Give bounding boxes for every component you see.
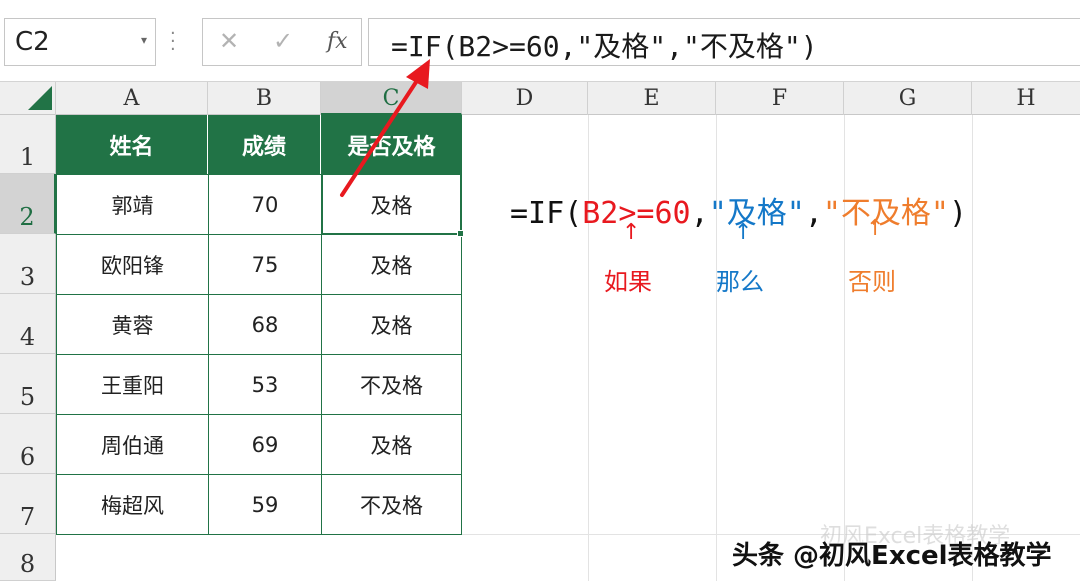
arrow-shaft xyxy=(340,71,424,197)
cell-text: 梅超风 xyxy=(101,493,164,518)
cell-text: 黄蓉 xyxy=(111,313,154,338)
column-header-d[interactable]: D xyxy=(462,82,588,115)
table-cell[interactable]: 不及格 xyxy=(321,474,462,535)
row-header-3[interactable]: 3 xyxy=(0,234,56,294)
cell-text: 不及格 xyxy=(360,373,423,398)
gridline xyxy=(588,115,589,581)
row-number: 2 xyxy=(19,203,35,231)
column-header-b[interactable]: B xyxy=(208,82,321,115)
table-cell[interactable]: 75 xyxy=(208,234,322,295)
enter-icon[interactable]: ✓ xyxy=(273,27,293,55)
formula-prefix: =IF( xyxy=(510,196,583,231)
row-header-4[interactable]: 4 xyxy=(0,294,56,354)
header-cell-name[interactable]: 姓名 xyxy=(56,115,208,174)
formula-else-value: "不及格" xyxy=(822,196,949,231)
name-box-value: C2 xyxy=(15,27,50,57)
column-header-a[interactable]: A xyxy=(56,82,208,115)
table-cell[interactable]: 70 xyxy=(208,174,322,235)
gridline xyxy=(972,115,973,581)
row-number: 5 xyxy=(19,383,36,411)
table-cell[interactable]: 59 xyxy=(208,474,322,535)
gridline xyxy=(716,115,717,581)
formula-input[interactable]: =IF(B2>=60,"及格","不及格") xyxy=(368,18,1080,66)
row-header-8[interactable]: 8 xyxy=(0,534,56,581)
table-cell[interactable]: 及格 xyxy=(321,294,462,355)
cell-text: 周伯通 xyxy=(101,433,164,458)
cell-text: 69 xyxy=(251,432,279,457)
table-cell[interactable]: 郭靖 xyxy=(56,174,209,235)
insert-function-icon[interactable]: fx xyxy=(327,29,348,54)
label-then: 那么 xyxy=(716,268,764,296)
table-cell[interactable]: 及格 xyxy=(321,234,462,295)
column-header-h[interactable]: H xyxy=(972,82,1080,115)
formula-comma: , xyxy=(804,196,823,231)
arrow-head xyxy=(406,59,430,89)
pointer-arrow-icon xyxy=(340,59,430,197)
formula-suffix: ) xyxy=(949,196,968,231)
column-header-bar: A B C D E F G H xyxy=(0,82,1080,115)
label-if: 如果 xyxy=(604,268,652,296)
row-number: 1 xyxy=(19,143,36,171)
row-header-1[interactable]: 1 xyxy=(0,115,56,174)
cell-text: 成绩 xyxy=(241,134,286,160)
row-header-6[interactable]: 6 xyxy=(0,414,56,474)
column-header-g[interactable]: G xyxy=(844,82,972,115)
cell-text: 53 xyxy=(251,372,279,397)
fill-handle[interactable] xyxy=(457,230,464,237)
formula-bar-area: C2 ▾ · · · ✕ ✓ fx =IF(B2>=60,"及格","不及格") xyxy=(0,0,1080,82)
row-number: 6 xyxy=(19,443,36,471)
row-number: 7 xyxy=(19,503,36,531)
row-number: 8 xyxy=(19,550,36,578)
up-arrow-icon: ↑ xyxy=(622,220,641,245)
label-else: 否则 xyxy=(848,268,896,296)
select-all-triangle-icon xyxy=(28,86,52,110)
cell-text: 75 xyxy=(251,252,279,277)
up-arrow-icon: ↑ xyxy=(866,216,885,241)
cell-text: 59 xyxy=(251,492,279,517)
cell-text: 70 xyxy=(251,192,279,217)
row-header-5[interactable]: 5 xyxy=(0,354,56,414)
cell-text: 不及格 xyxy=(360,493,423,518)
table-cell[interactable]: 及格 xyxy=(321,414,462,475)
table-cell[interactable]: 不及格 xyxy=(321,354,462,415)
formula-text: =IF(B2>=60,"及格","不及格") xyxy=(391,30,818,63)
column-header-e[interactable]: E xyxy=(588,82,716,115)
row-header-7[interactable]: 7 xyxy=(0,474,56,534)
select-all-corner[interactable] xyxy=(0,82,56,115)
table-cell[interactable]: 53 xyxy=(208,354,322,415)
header-cell-score[interactable]: 成绩 xyxy=(208,115,321,174)
cell-text: 王重阳 xyxy=(101,373,164,398)
table-cell[interactable]: 梅超风 xyxy=(56,474,209,535)
table-cell[interactable]: 欧阳锋 xyxy=(56,234,209,295)
table-cell[interactable]: 69 xyxy=(208,414,322,475)
table-cell[interactable]: 68 xyxy=(208,294,322,355)
table-cell[interactable]: 周伯通 xyxy=(56,414,209,475)
cell-text: 68 xyxy=(251,312,279,337)
cell-text: 及格 xyxy=(370,433,413,458)
cell-text: 及格 xyxy=(370,313,413,338)
cell-text: 欧阳锋 xyxy=(101,253,164,278)
formula-comma: , xyxy=(690,196,709,231)
name-box[interactable]: C2 ▾ xyxy=(4,18,156,66)
cell-text: 郭靖 xyxy=(111,193,154,218)
cell-text: 及格 xyxy=(370,253,413,278)
cancel-icon[interactable]: ✕ xyxy=(219,27,239,55)
column-header-f[interactable]: F xyxy=(716,82,844,115)
table-cell[interactable]: 黄蓉 xyxy=(56,294,209,355)
drag-handle-icon[interactable]: · · · xyxy=(170,25,176,59)
row-header-2[interactable]: 2 xyxy=(0,174,56,234)
formula-then-value: "及格" xyxy=(708,196,805,231)
row-number: 4 xyxy=(19,323,36,351)
up-arrow-icon: ↑ xyxy=(734,220,753,245)
cell-text: 姓名 xyxy=(109,134,154,160)
row-number: 3 xyxy=(19,263,36,291)
gridline xyxy=(844,115,845,581)
watermark: 头条 @初风Excel表格教学 xyxy=(732,541,1052,571)
chevron-down-icon[interactable]: ▾ xyxy=(141,33,147,47)
table-cell[interactable]: 王重阳 xyxy=(56,354,209,415)
